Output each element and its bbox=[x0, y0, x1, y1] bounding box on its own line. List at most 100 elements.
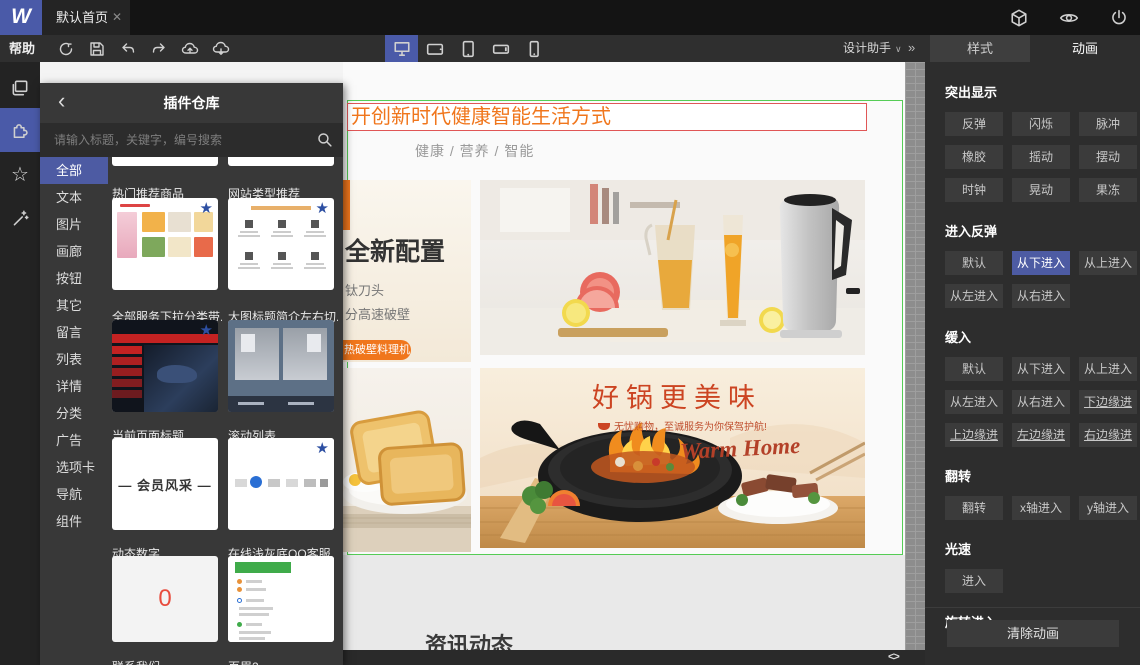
category-item-选项卡[interactable]: 选项卡 bbox=[40, 454, 108, 481]
animation-section-title: 突出显示 bbox=[945, 85, 998, 100]
favorite-star-icon[interactable]: ★ bbox=[316, 439, 329, 457]
save-icon[interactable] bbox=[86, 38, 108, 60]
animation-button-时钟[interactable]: 时钟 bbox=[945, 178, 1003, 202]
animation-button-默认[interactable]: 默认 bbox=[945, 357, 1003, 381]
favorite-star-icon[interactable]: ★ bbox=[200, 199, 213, 217]
animation-button-果冻[interactable]: 果冻 bbox=[1079, 178, 1137, 202]
animation-button-从上进入[interactable]: 从上进入 bbox=[1079, 251, 1137, 275]
plugin-card[interactable]: ★ bbox=[228, 438, 334, 530]
animation-button-翻转[interactable]: 翻转 bbox=[945, 496, 1003, 520]
category-item-列表[interactable]: 列表 bbox=[40, 346, 108, 373]
animation-button-晃动[interactable]: 晃动 bbox=[1012, 178, 1070, 202]
plugin-card[interactable]: ★ bbox=[228, 198, 334, 290]
preview-eye-icon[interactable] bbox=[1058, 7, 1080, 29]
page-tab[interactable]: 默认首页 ✕ bbox=[42, 0, 130, 35]
plugin-card[interactable] bbox=[228, 556, 334, 642]
animation-button-从右进入[interactable]: 从右进入 bbox=[1012, 284, 1070, 308]
sidebar-item-tools[interactable] bbox=[0, 196, 40, 240]
category-item-详情[interactable]: 详情 bbox=[40, 373, 108, 400]
animation-button-从右进入[interactable]: 从右进入 bbox=[1012, 390, 1070, 414]
device-phone-portrait-icon[interactable] bbox=[517, 35, 550, 62]
animation-section-title: 翻转 bbox=[945, 469, 972, 484]
search-icon[interactable] bbox=[316, 131, 333, 148]
plugin-card[interactable]: — 会员风采 — bbox=[112, 438, 218, 530]
plugin-card[interactable]: ★ bbox=[112, 198, 218, 290]
plugin-card-partial[interactable] bbox=[228, 157, 334, 166]
category-item-留言[interactable]: 留言 bbox=[40, 319, 108, 346]
animation-button-摇动[interactable]: 摇动 bbox=[1012, 145, 1070, 169]
page-heading[interactable]: 开创新时代健康智能生活方式 bbox=[347, 103, 867, 131]
animation-button-进入[interactable]: 进入 bbox=[945, 569, 1003, 593]
tab-animation[interactable]: 动画 bbox=[1030, 35, 1140, 62]
category-item-画廊[interactable]: 画廊 bbox=[40, 238, 108, 265]
design-canvas[interactable]: 开创新时代健康智能生活方式 健康 / 营养 / 智能 全新配置 钛刀头 分高速破… bbox=[343, 62, 905, 650]
clear-animation-button[interactable]: 清除动画 bbox=[947, 620, 1119, 647]
category-item-广告[interactable]: 广告 bbox=[40, 427, 108, 454]
category-item-按钮[interactable]: 按钮 bbox=[40, 265, 108, 292]
category-item-组件[interactable]: 组件 bbox=[40, 508, 108, 535]
device-tablet-portrait-icon[interactable] bbox=[451, 35, 484, 62]
animation-button-y轴进入[interactable]: y轴进入 bbox=[1079, 496, 1137, 520]
sidebar-item-plugins[interactable] bbox=[0, 108, 40, 152]
animation-button-上边缘进[interactable]: 上边缘进 bbox=[945, 423, 1003, 447]
kettle-photo[interactable] bbox=[480, 180, 865, 355]
sidebar-item-favorites[interactable]: ☆ bbox=[0, 152, 40, 196]
news-section[interactable]: 资讯动态 bbox=[343, 555, 905, 650]
category-item-分类[interactable]: 分类 bbox=[40, 400, 108, 427]
animation-button-反弹[interactable]: 反弹 bbox=[945, 112, 1003, 136]
animation-button-从下进入[interactable]: 从下进入 bbox=[1012, 251, 1070, 275]
category-item-全部[interactable]: 全部 bbox=[40, 157, 108, 184]
tab-style[interactable]: 样式 bbox=[930, 35, 1030, 62]
animation-section-title: 缓入 bbox=[945, 330, 972, 345]
category-item-其它[interactable]: 其它 bbox=[40, 292, 108, 319]
favorite-star-icon[interactable]: ★ bbox=[200, 321, 213, 339]
plugin-card-partial[interactable] bbox=[112, 157, 218, 166]
device-tablet-landscape-icon[interactable] bbox=[418, 35, 451, 62]
animation-button-默认[interactable]: 默认 bbox=[945, 251, 1003, 275]
category-item-图片[interactable]: 图片 bbox=[40, 211, 108, 238]
device-phone-landscape-icon[interactable] bbox=[484, 35, 517, 62]
wok-banner[interactable]: 好锅更美味 无忧购物，至诚服务为你保驾护航! Warm Home bbox=[480, 368, 865, 548]
favorite-star-icon[interactable]: ★ bbox=[316, 199, 329, 217]
animation-button-从下进入[interactable]: 从下进入 bbox=[1012, 357, 1070, 381]
plugin-card[interactable]: 0 bbox=[112, 556, 218, 642]
product-button[interactable]: 热破壁料理机 bbox=[343, 340, 411, 360]
redo-icon[interactable] bbox=[148, 38, 170, 60]
category-item-导航[interactable]: 导航 bbox=[40, 481, 108, 508]
plugin-search-input[interactable] bbox=[40, 123, 305, 157]
plugin-panel-title: 插件仓库 bbox=[163, 95, 220, 111]
close-icon[interactable]: ✕ bbox=[112, 0, 122, 35]
sidebar-item-pages[interactable] bbox=[0, 66, 40, 110]
animation-button-脉冲[interactable]: 脉冲 bbox=[1079, 112, 1137, 136]
page-subtitle[interactable]: 健康 / 营养 / 智能 bbox=[415, 141, 534, 161]
animation-button-从上进入[interactable]: 从上进入 bbox=[1079, 357, 1137, 381]
animation-button-闪烁[interactable]: 闪烁 bbox=[1012, 112, 1070, 136]
code-icon[interactable]: <> bbox=[888, 651, 900, 663]
animation-button-从左进入[interactable]: 从左进入 bbox=[945, 390, 1003, 414]
plugin-card[interactable] bbox=[228, 320, 334, 412]
design-assistant-button[interactable]: 设计助手 ∨ bbox=[843, 35, 902, 63]
product-title: 全新配置 bbox=[345, 238, 446, 266]
undo-icon[interactable] bbox=[117, 38, 139, 60]
canvas-scrollbar[interactable] bbox=[905, 62, 925, 650]
category-item-文本[interactable]: 文本 bbox=[40, 184, 108, 211]
components-cube-icon[interactable] bbox=[1008, 7, 1030, 29]
help-button[interactable]: 帮助 bbox=[9, 35, 35, 62]
animation-button-左边缘进[interactable]: 左边缘进 bbox=[1012, 423, 1070, 447]
animation-button-右边缘进[interactable]: 右边缘进 bbox=[1079, 423, 1137, 447]
product-text-block[interactable]: 全新配置 钛刀头 分高速破壁 热破壁料理机 bbox=[343, 180, 471, 362]
power-icon[interactable] bbox=[1108, 7, 1130, 29]
more-icon[interactable]: » bbox=[908, 35, 915, 61]
animation-button-下边缘进[interactable]: 下边缘进 bbox=[1079, 390, 1137, 414]
plugin-card[interactable]: ★ bbox=[112, 320, 218, 412]
animation-button-x轴进入[interactable]: x轴进入 bbox=[1012, 496, 1070, 520]
cloud-download-icon[interactable] bbox=[210, 38, 232, 60]
animation-button-row: 默认 从下进入 从上进入 bbox=[945, 357, 1140, 381]
animation-button-从左进入[interactable]: 从左进入 bbox=[945, 284, 1003, 308]
animation-button-摆动[interactable]: 摆动 bbox=[1079, 145, 1137, 169]
bread-photo[interactable] bbox=[343, 368, 471, 552]
refresh-icon[interactable] bbox=[55, 38, 77, 60]
animation-button-橡胶[interactable]: 橡胶 bbox=[945, 145, 1003, 169]
cloud-upload-icon[interactable] bbox=[179, 38, 201, 60]
device-desktop-icon[interactable] bbox=[385, 35, 418, 62]
